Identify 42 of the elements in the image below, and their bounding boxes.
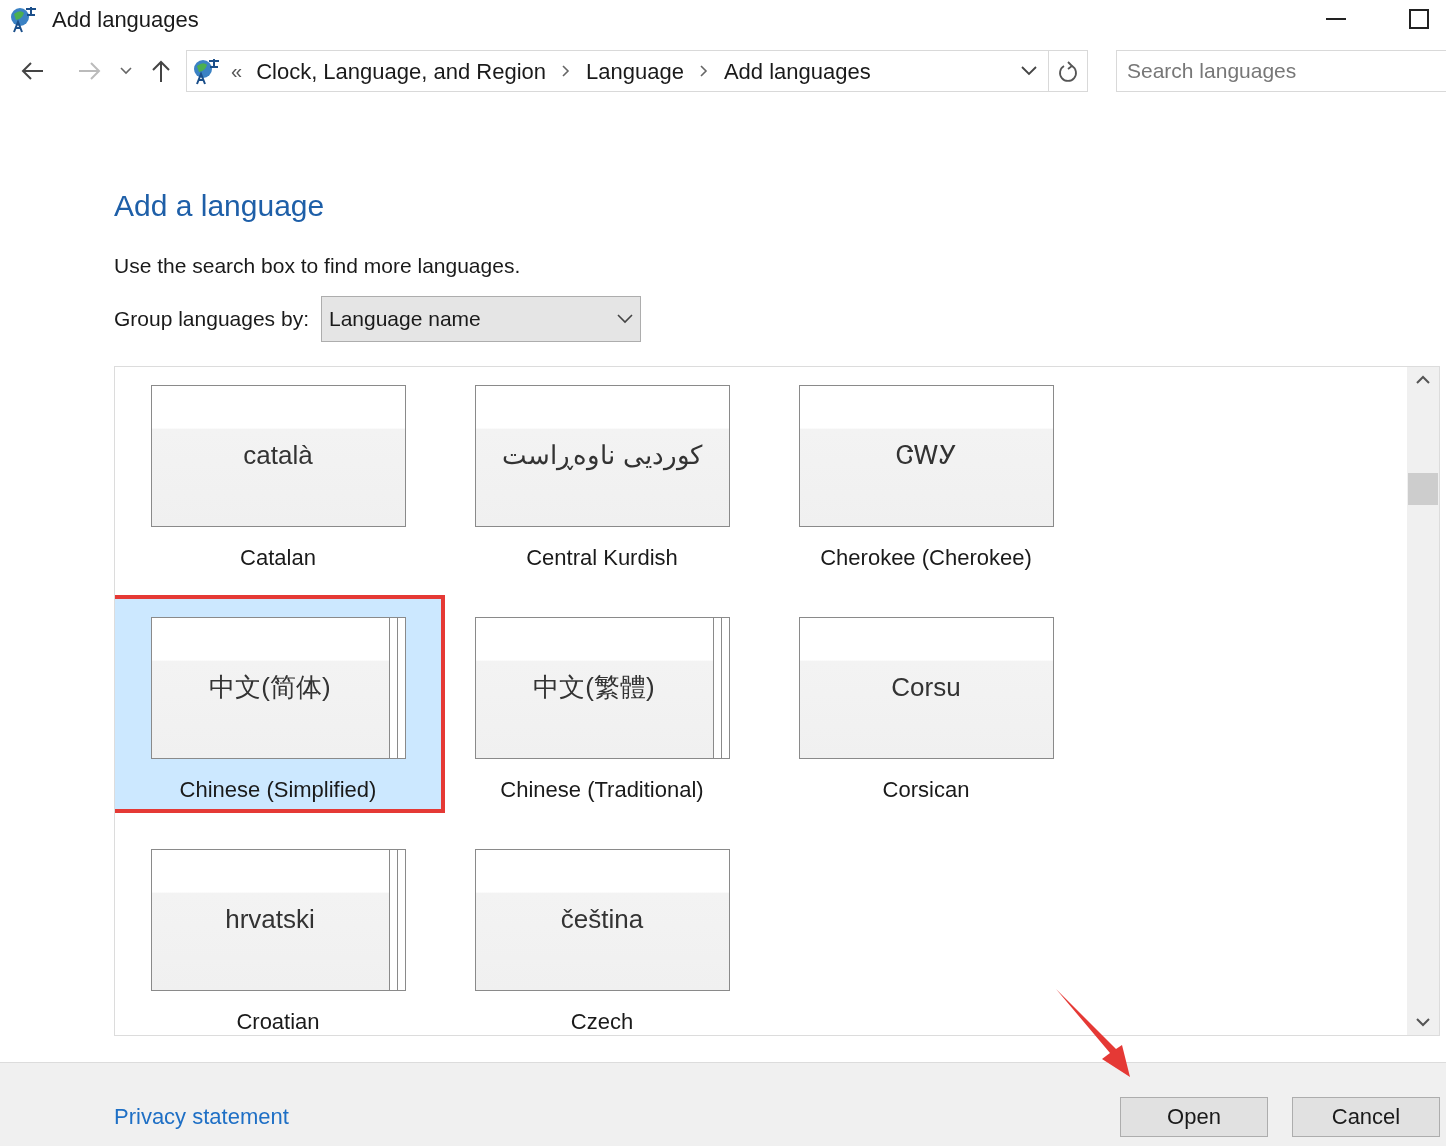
- chevron-right-icon: [562, 65, 570, 77]
- breadcrumb-item[interactable]: Clock, Language, and Region: [256, 54, 546, 88]
- language-native-name: hrvatski: [225, 903, 315, 936]
- language-native-name: 中文(简体): [209, 671, 331, 704]
- language-name: Croatian: [236, 1007, 320, 1035]
- scroll-up-icon[interactable]: [1416, 374, 1430, 385]
- dialog-button[interactable]: Cancel: [1292, 1096, 1440, 1137]
- language-native-name: ᏣᎳᎩ: [895, 439, 957, 472]
- window-title: Add languages: [52, 5, 199, 34]
- language-name: Chinese (Simplified): [179, 775, 377, 804]
- group-by-dropdown[interactable]: Language name: [320, 295, 641, 342]
- dialog-button[interactable]: Open: [1120, 1096, 1268, 1137]
- maximize-icon: [1409, 9, 1429, 29]
- search-field[interactable]: Search languages: [1116, 50, 1446, 92]
- language-native-name: català: [243, 439, 313, 472]
- language-name: Central Kurdish: [526, 543, 678, 572]
- privacy-statement-link[interactable]: Privacy statement: [114, 1100, 289, 1133]
- breadcrumb-item[interactable]: Language: [586, 54, 684, 88]
- chevron-right-icon: [699, 65, 708, 77]
- language-tile-item[interactable]: 中文(简体) Chinese (Simplified): [115, 594, 445, 813]
- language-native-name: کوردیی ناوەڕاست: [502, 439, 702, 473]
- language-tile-item[interactable]: català Catalan: [115, 366, 445, 581]
- scroll-thumb[interactable]: [1408, 472, 1438, 505]
- minimize-icon: [1326, 18, 1346, 20]
- language-name: Czech: [570, 1007, 634, 1035]
- language-native-name: Corsu: [891, 671, 961, 704]
- breadcrumb-item[interactable]: Add languages: [723, 54, 871, 88]
- page-heading: Add a language: [114, 188, 325, 224]
- scrollbar[interactable]: [1407, 366, 1439, 1035]
- language-tile-item[interactable]: ᏣᎳᎩ Cherokee (Cherokee): [759, 366, 1093, 581]
- scroll-down-icon[interactable]: [1416, 1016, 1430, 1027]
- chevron-down-icon: [616, 313, 633, 324]
- address-bar[interactable]: « Clock, Language, and Region Language Add languages: [186, 50, 1088, 92]
- group-by-label: Group languages by:: [114, 305, 309, 332]
- language-name: Corsican: [882, 775, 970, 804]
- language-native-name: čeština: [560, 903, 644, 936]
- breadcrumb-overflow[interactable]: «: [231, 56, 243, 86]
- language-name: Catalan: [240, 543, 316, 572]
- language-name: Cherokee (Cherokee): [820, 543, 1032, 572]
- language-name: Chinese (Traditional): [500, 775, 704, 804]
- hint-text: Use the search box to find more languages.: [114, 253, 521, 279]
- language-native-name: 中文(繁體): [533, 671, 655, 704]
